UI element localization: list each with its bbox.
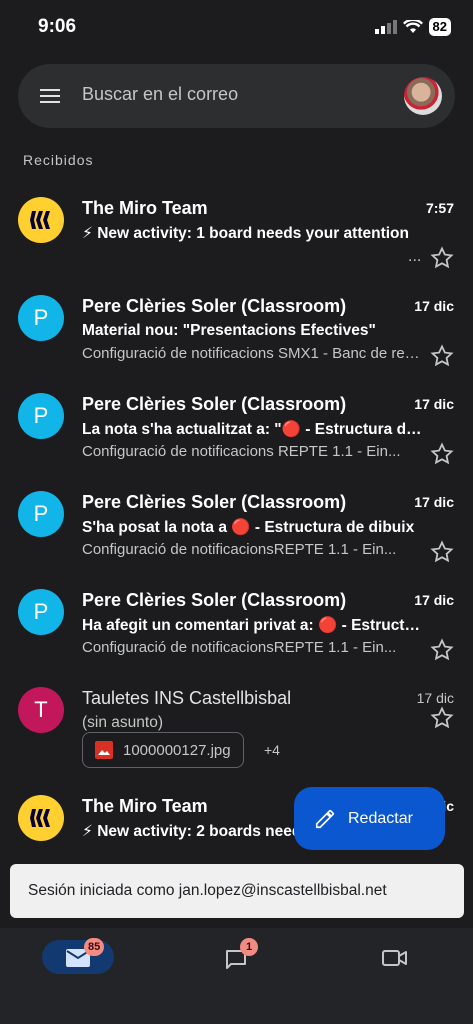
snackbar: Sesión iniciada como jan.lopez@inscastel… <box>10 864 464 918</box>
email-snippet: Configuració de notificacionsREPTE 1.1 -… <box>82 541 397 558</box>
menu-icon[interactable] <box>38 84 62 108</box>
email-subject: Material nou: "Presentacions Efectives" <box>82 322 376 339</box>
star-icon[interactable] <box>430 246 454 270</box>
avatar: P <box>18 589 64 635</box>
email-subject: Ha afegit un comentari privat a: 🔴 - Est… <box>82 617 422 634</box>
email-time: 17 dic <box>416 690 454 706</box>
email-subject: (sin asunto) <box>82 714 163 731</box>
list-item[interactable]: P Pere Clèries Soler (Classroom) 17 dic … <box>0 284 473 382</box>
status-time: 9:06 <box>38 16 77 37</box>
star-icon[interactable] <box>430 638 454 662</box>
email-time: 17 dic <box>414 396 454 412</box>
star-icon[interactable] <box>430 706 454 730</box>
battery-level: 82 <box>428 18 451 36</box>
status-icons: 82 <box>374 18 451 36</box>
attachment-chip[interactable]: 1000000127.jpg <box>82 732 244 768</box>
list-item[interactable]: P Pere Clèries Soler (Classroom) 17 dic … <box>0 578 473 676</box>
nav-chat-tab[interactable]: 1 <box>212 938 262 976</box>
status-bar: 9:06 82 <box>0 0 473 56</box>
email-sender: Tauletes INS Castellbisbal <box>82 688 292 708</box>
attachment-name: 1000000127.jpg <box>123 741 231 759</box>
email-sender: Pere Clèries Soler (Classroom) <box>82 492 347 512</box>
email-sender: The Miro Team <box>82 796 208 816</box>
star-icon[interactable] <box>430 442 454 466</box>
mail-badge: 85 <box>84 938 105 956</box>
image-icon <box>95 741 113 759</box>
email-time: 17 dic <box>414 592 454 608</box>
search-input[interactable]: Buscar en el correo <box>82 84 238 105</box>
nav-mail-tab[interactable]: 85 <box>42 938 114 974</box>
compose-label: Redactar <box>348 809 413 827</box>
avatar: P <box>18 491 64 537</box>
email-subject: La nota s'ha actualitzat a: "🔴 - Estruct… <box>82 421 422 438</box>
email-subject: ⚡ New activity: 1 board needs your atten… <box>82 225 409 242</box>
email-sender: The Miro Team <box>82 198 208 218</box>
snackbar-text: Sesión iniciada como jan.lopez@inscastel… <box>28 882 387 899</box>
list-item[interactable]: P Pere Clèries Soler (Classroom) 17 dic … <box>0 382 473 480</box>
email-time: 17 dic <box>414 494 454 510</box>
email-sender: Pere Clèries Soler (Classroom) <box>82 394 347 414</box>
section-label: Recibidos <box>23 152 94 168</box>
more-dots: ... <box>408 248 422 265</box>
account-avatar[interactable] <box>404 77 442 115</box>
email-sender: Pere Clèries Soler (Classroom) <box>82 296 347 316</box>
email-snippet: Configuració de notificacionsREPTE 1.1 -… <box>82 639 397 656</box>
email-subject: S'ha posat la nota a 🔴 - Estructura de d… <box>82 519 415 536</box>
email-snippet: Configuració de notificacions REPTE 1.1 … <box>82 443 401 460</box>
signal-icon <box>374 20 397 34</box>
avatar: P <box>18 393 64 439</box>
avatar: T <box>18 687 64 733</box>
chat-badge: 1 <box>240 938 258 956</box>
email-snippet: Configuració de notificacions SMX1 - Ban… <box>82 345 422 362</box>
list-item[interactable]: The Miro Team 7:57 ⚡ New activity: 1 boa… <box>0 186 473 284</box>
wifi-icon <box>402 20 423 33</box>
pencil-icon <box>315 809 335 828</box>
compose-button[interactable]: Redactar <box>294 787 445 850</box>
star-icon[interactable] <box>430 344 454 368</box>
video-camera-icon <box>382 950 407 966</box>
search-bar[interactable]: Buscar en el correo <box>18 64 455 128</box>
avatar: P <box>18 295 64 341</box>
list-item[interactable]: T Tauletes INS Castellbisbal 17 dic (sin… <box>0 676 473 796</box>
email-sender: Pere Clèries Soler (Classroom) <box>82 590 347 610</box>
list-item[interactable]: P Pere Clèries Soler (Classroom) 17 dic … <box>0 480 473 578</box>
email-time: 17 dic <box>414 298 454 314</box>
email-time: 7:57 <box>425 200 454 216</box>
bottom-nav: 85 1 <box>0 928 473 1024</box>
more-attachments: +4 <box>264 742 280 758</box>
miro-logo-icon <box>18 197 64 243</box>
miro-logo-icon <box>18 795 64 841</box>
nav-meet-tab[interactable] <box>370 940 420 976</box>
star-icon[interactable] <box>430 540 454 564</box>
